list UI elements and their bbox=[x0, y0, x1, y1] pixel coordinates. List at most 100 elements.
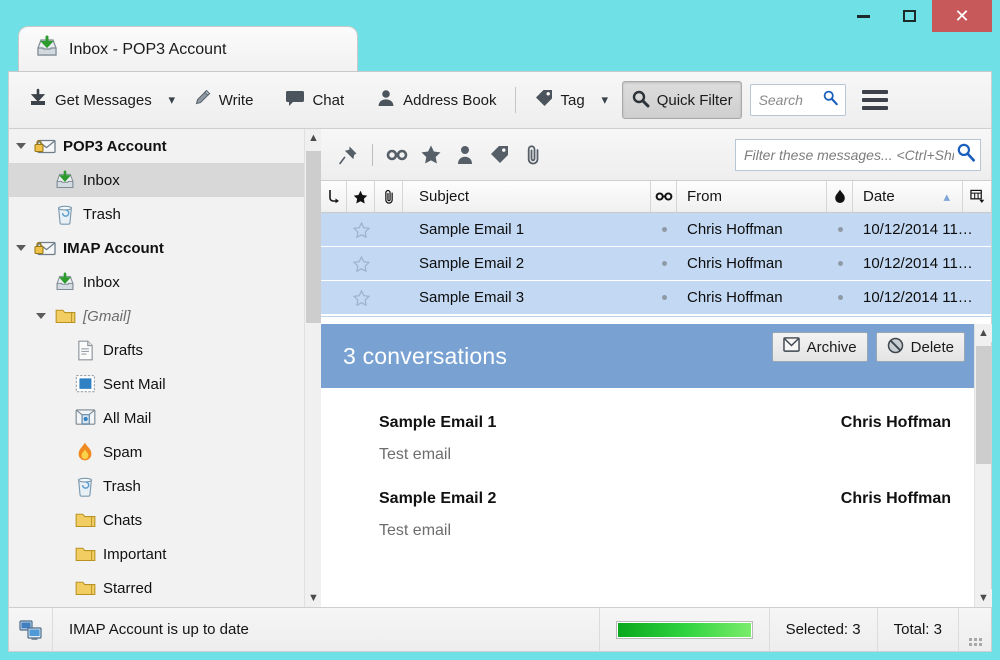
chat-bubble-icon bbox=[285, 89, 305, 111]
delete-forbidden-icon bbox=[887, 337, 904, 358]
folder-pane-item-trash[interactable]: Trash bbox=[9, 197, 320, 231]
folder-pane-item-label: Spam bbox=[103, 443, 143, 461]
maximize-button[interactable] bbox=[886, 0, 932, 32]
resize-grip[interactable] bbox=[958, 608, 991, 651]
folder-pane-item-important[interactable]: Important bbox=[9, 537, 320, 571]
folder-pane-item-inbox[interactable]: Inbox bbox=[9, 163, 320, 197]
unread-glasses-icon[interactable] bbox=[380, 138, 414, 172]
write-button[interactable]: Write bbox=[183, 81, 263, 119]
twisty-open-icon[interactable] bbox=[35, 313, 47, 319]
scrollbar-thumb[interactable] bbox=[306, 151, 321, 323]
filter-messages-placeholder: Filter these messages... <Ctrl+Shift+K> bbox=[744, 146, 954, 163]
folder-pane-item-trash[interactable]: Trash bbox=[9, 469, 320, 503]
hamburger-icon-line bbox=[861, 106, 888, 110]
message-subject: Sample Email 2 bbox=[419, 255, 525, 272]
app-menu-button[interactable] bbox=[858, 86, 892, 114]
column-header-thread[interactable] bbox=[321, 181, 347, 212]
starred-icon[interactable] bbox=[414, 138, 448, 172]
address-book-button[interactable]: Address Book bbox=[367, 81, 505, 119]
conversation-message-subject: Sample Email 1 bbox=[379, 414, 497, 431]
star-toggle-icon[interactable] bbox=[347, 281, 375, 314]
window-caption-buttons: ✕ bbox=[840, 0, 992, 32]
twisty-open-icon[interactable] bbox=[15, 245, 27, 251]
folder-pane-item-starred[interactable]: Starred bbox=[9, 571, 320, 605]
filter-messages-input[interactable]: Filter these messages... <Ctrl+Shift+K> bbox=[735, 138, 981, 171]
scroll-up-button[interactable]: ▲ bbox=[305, 129, 322, 147]
folder-pane[interactable]: POP3 Account Inbox Trash IMAP Account Inbox [… bbox=[9, 129, 321, 607]
unread-dot-icon bbox=[661, 227, 667, 232]
conversation-message[interactable]: Sample Email 2 Chris Hoffman Test email bbox=[321, 464, 991, 540]
quick-filter-button[interactable]: Quick Filter bbox=[621, 81, 742, 119]
minimize-button[interactable] bbox=[840, 0, 886, 32]
get-messages-button[interactable]: Get Messages bbox=[19, 81, 161, 119]
close-icon: ✕ bbox=[954, 6, 970, 26]
column-header-star[interactable] bbox=[347, 181, 375, 212]
folder-pane-item-imap-account[interactable]: IMAP Account bbox=[9, 231, 320, 265]
message-row[interactable]: Sample Email 1 Chris Hoffman 10/12/2014 11… bbox=[321, 213, 991, 247]
close-button[interactable]: ✕ bbox=[932, 0, 992, 32]
conversation-message-snippet: Test email bbox=[379, 446, 452, 463]
scrollbar-thumb[interactable] bbox=[976, 346, 991, 464]
folder-pane-item-label: Trash bbox=[103, 477, 141, 495]
unread-dot-icon bbox=[661, 261, 667, 266]
tab-title: Inbox - POP3 Account bbox=[69, 40, 227, 58]
attachment-icon[interactable] bbox=[516, 138, 550, 172]
folder-pane-item-drafts[interactable]: Drafts bbox=[9, 333, 320, 367]
scroll-down-button[interactable]: ▼ bbox=[305, 589, 322, 607]
inbox-icon bbox=[54, 271, 76, 293]
conversation-message[interactable]: Sample Email 1 Chris Hoffman Test email bbox=[321, 388, 991, 464]
folder-pane-item-label: Sent Mail bbox=[103, 375, 166, 393]
star-toggle-icon[interactable] bbox=[347, 247, 375, 280]
archive-box-icon bbox=[782, 337, 800, 357]
message-from: Chris Hoffman bbox=[687, 221, 783, 238]
write-label: Write bbox=[218, 91, 254, 109]
message-row[interactable]: Sample Email 3 Chris Hoffman 10/12/2014 11… bbox=[321, 281, 991, 315]
archive-button[interactable]: Archive bbox=[771, 332, 868, 362]
preview-scrollbar[interactable]: ▲ ▼ bbox=[974, 324, 992, 607]
pane-splitter[interactable] bbox=[321, 316, 991, 324]
junk-dot-icon bbox=[837, 227, 843, 232]
column-header-attachment[interactable] bbox=[375, 181, 403, 212]
star-toggle-icon[interactable] bbox=[347, 213, 375, 246]
column-header-junk[interactable] bbox=[827, 181, 853, 212]
progress-bar bbox=[598, 608, 769, 651]
tag-button[interactable]: Tag bbox=[525, 81, 594, 119]
delete-button[interactable]: Delete bbox=[875, 332, 965, 362]
pin-icon[interactable] bbox=[331, 138, 365, 172]
tag-icon bbox=[534, 88, 554, 112]
folder-pane-item-chats[interactable]: Chats bbox=[9, 503, 320, 537]
drafts-icon bbox=[74, 340, 96, 361]
folder-pane-item-sent-mail[interactable]: Sent Mail bbox=[9, 367, 320, 401]
column-header-subject[interactable]: Subject bbox=[403, 181, 651, 212]
scroll-down-button[interactable]: ▼ bbox=[975, 589, 992, 607]
column-header-unread[interactable] bbox=[651, 181, 677, 212]
chat-button[interactable]: Chat bbox=[276, 81, 353, 119]
scroll-up-button[interactable]: ▲ bbox=[975, 324, 992, 342]
get-messages-dropdown[interactable]: ▾ bbox=[161, 81, 183, 119]
column-header-date[interactable]: Date ▴ bbox=[853, 181, 963, 212]
tab-inbox-pop3[interactable]: Inbox - POP3 Account bbox=[18, 26, 358, 72]
contact-icon[interactable] bbox=[448, 138, 482, 172]
message-row[interactable]: Sample Email 2 Chris Hoffman 10/12/2014 11… bbox=[321, 247, 991, 281]
message-list-header: Subject From Date ▴ bbox=[321, 181, 991, 213]
message-list[interactable]: Sample Email 1 Chris Hoffman 10/12/2014 11… bbox=[321, 213, 991, 316]
tag-icon[interactable] bbox=[482, 138, 516, 172]
main-toolbar: Get Messages ▾ Write Chat Address Book T… bbox=[9, 72, 991, 129]
message-unread-cell bbox=[651, 281, 677, 314]
folder-pane-scrollbar[interactable]: ▲ ▼ bbox=[304, 129, 322, 607]
column-picker-icon[interactable] bbox=[963, 181, 991, 212]
tag-dropdown[interactable]: ▾ bbox=[594, 81, 616, 119]
conversation-header: 3 conversations Archive Delete bbox=[321, 324, 991, 388]
message-junk-cell bbox=[827, 247, 853, 280]
folder-pane-item-all-mail[interactable]: All Mail bbox=[9, 401, 320, 435]
folder-pane-item-gmail[interactable]: [Gmail] bbox=[9, 299, 320, 333]
column-header-from[interactable]: From bbox=[677, 181, 827, 212]
message-from: Chris Hoffman bbox=[687, 255, 783, 272]
quick-filter-label: Quick Filter bbox=[656, 91, 733, 109]
twisty-open-icon[interactable] bbox=[15, 143, 27, 149]
folder-pane-item-inbox[interactable]: Inbox bbox=[9, 265, 320, 299]
folder-pane-item-spam[interactable]: Spam bbox=[9, 435, 320, 469]
folder-pane-item-pop3-account[interactable]: POP3 Account bbox=[9, 129, 320, 163]
column-header-subject-label: Subject bbox=[419, 188, 470, 205]
search-input[interactable]: Search bbox=[749, 84, 846, 116]
